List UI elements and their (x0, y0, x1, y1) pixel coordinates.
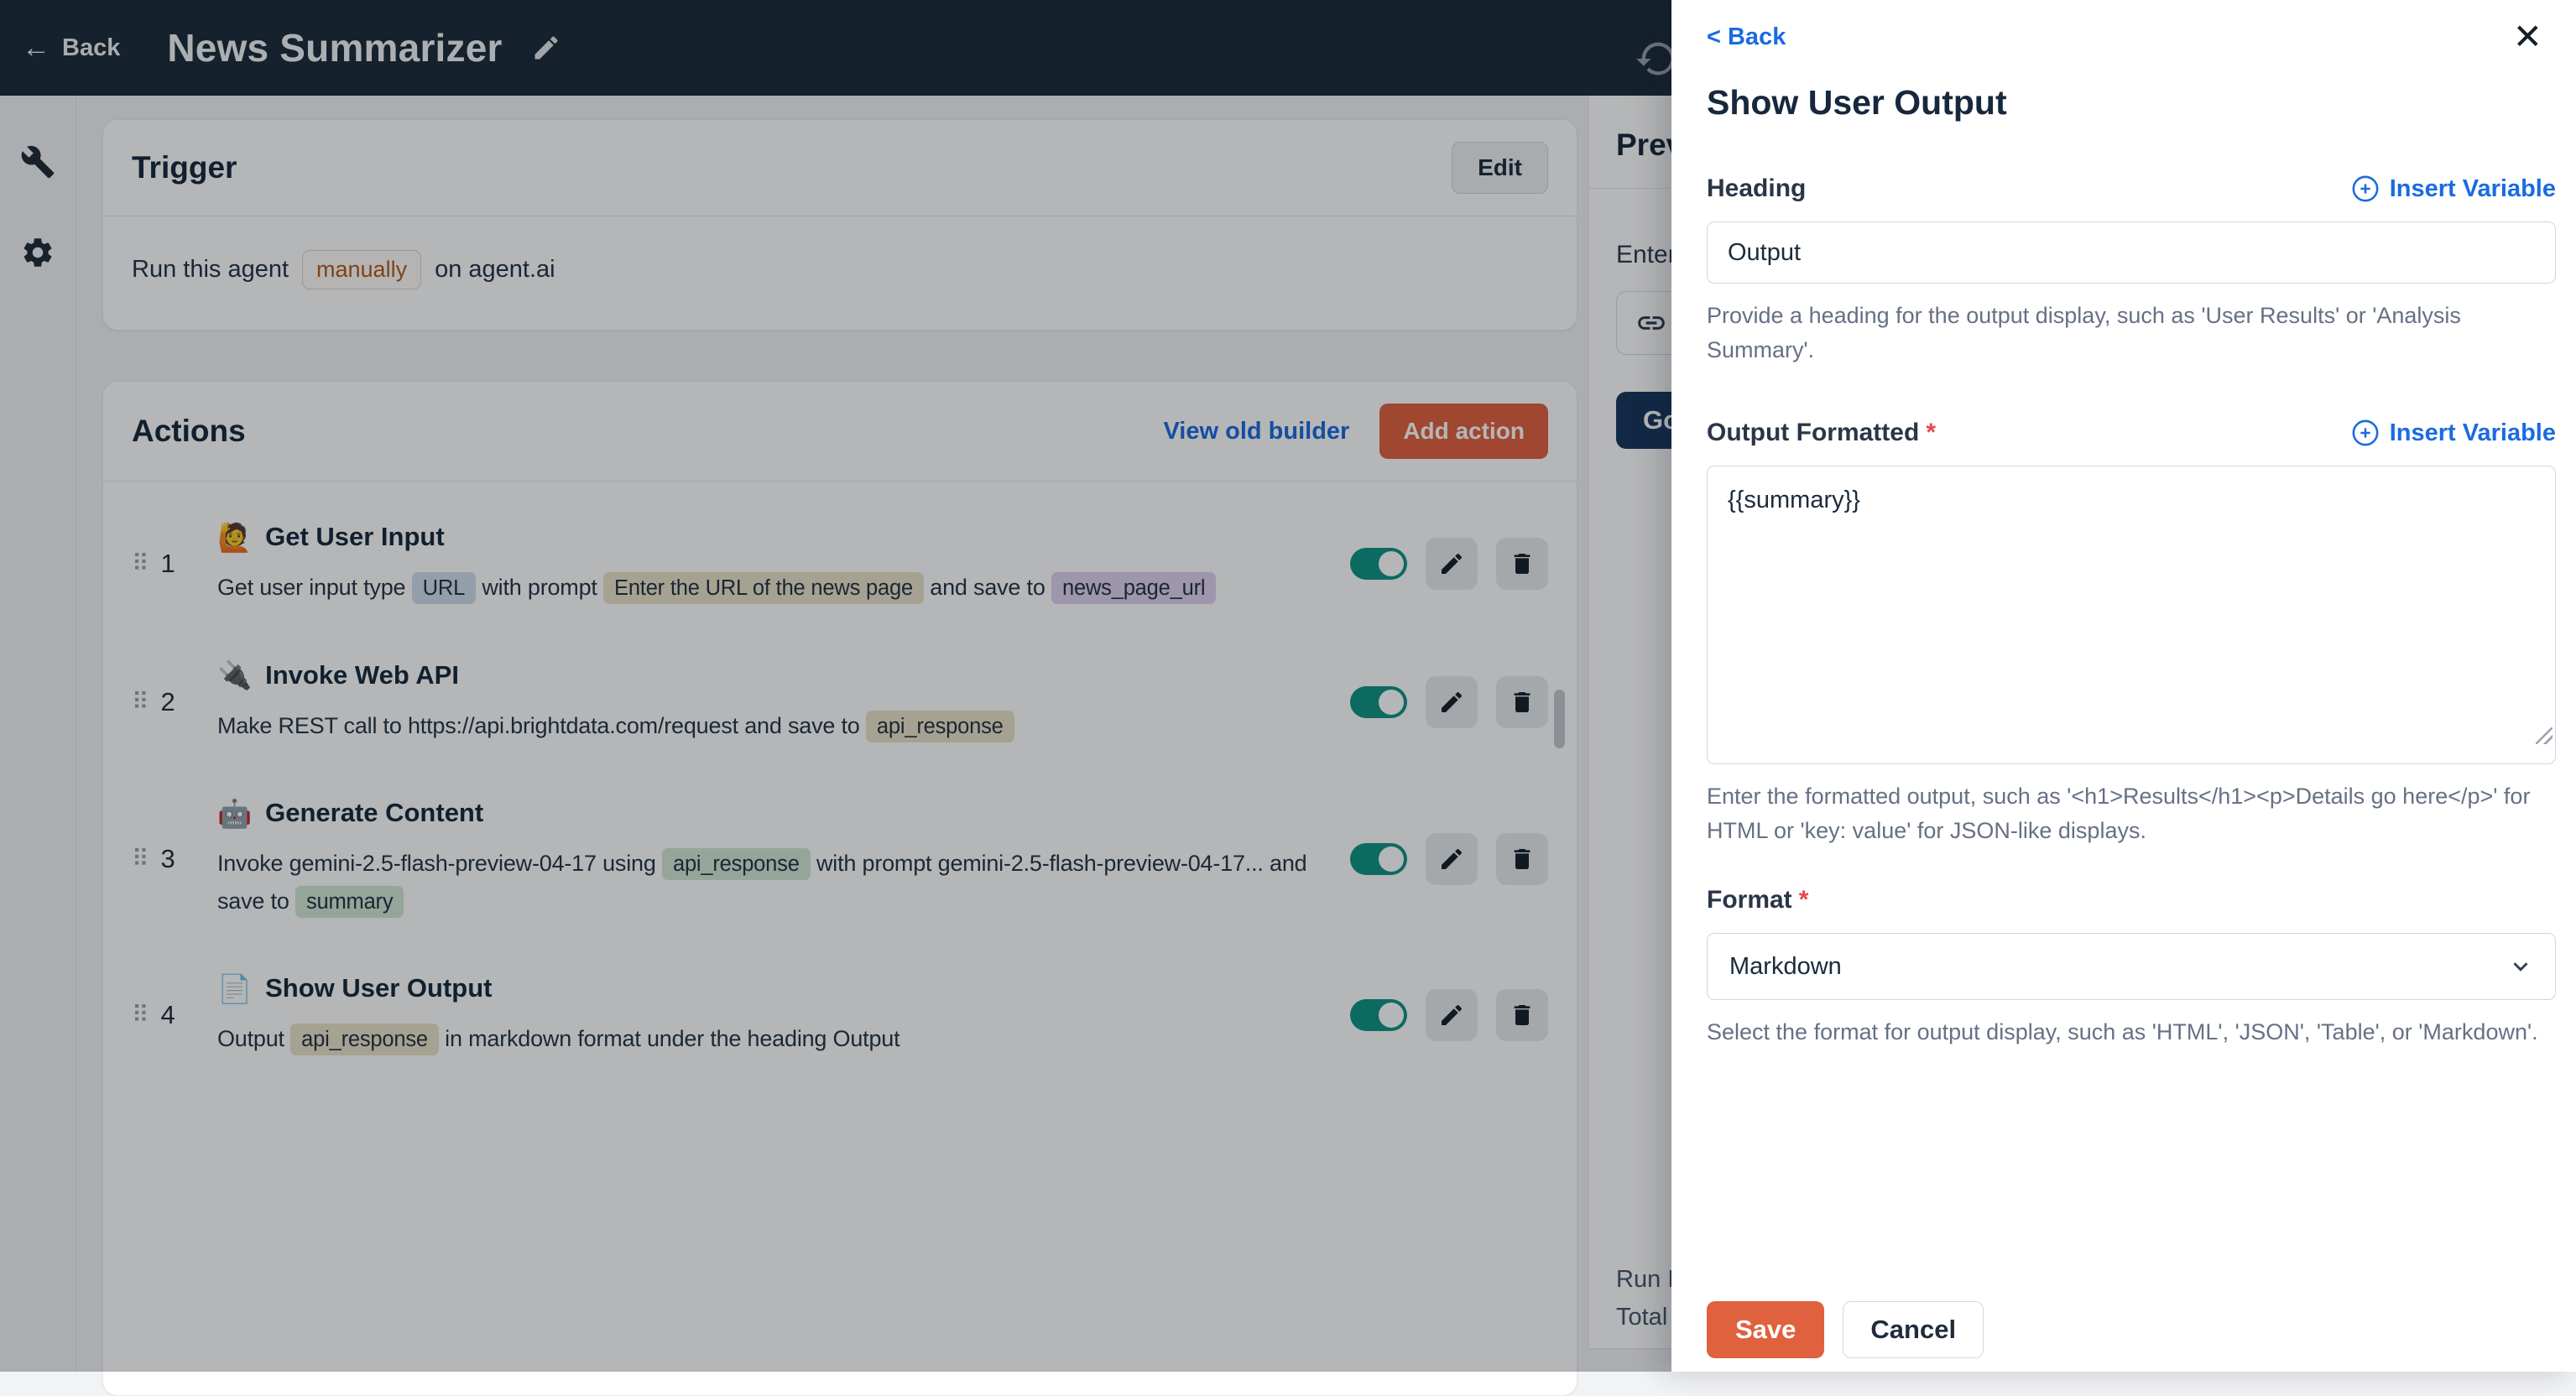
insert-variable-label: Insert Variable (2389, 419, 2556, 446)
output-formatted-textarea[interactable]: {{summary}} (1707, 466, 2556, 764)
required-asterisk: * (1798, 886, 1809, 914)
heading-label: Heading (1707, 174, 1807, 202)
chevron-down-icon (2513, 962, 2528, 971)
heading-input[interactable] (1707, 221, 2556, 284)
insert-variable-button-heading[interactable]: Insert Variable (2351, 174, 2556, 203)
output-formatted-label: Output Formatted (1707, 419, 1920, 446)
save-button[interactable]: Save (1707, 1301, 1825, 1358)
app-window: ← Back News Summarizer Trigger Edit Run (0, 0, 2576, 1396)
action-settings-drawer: < Back ✕ Show User Output Heading Insert… (1671, 0, 2576, 1372)
plus-circle-icon (2352, 175, 2379, 202)
format-select[interactable]: Markdown (1707, 933, 2556, 1000)
insert-variable-button-output[interactable]: Insert Variable (2351, 419, 2556, 447)
drawer-back-link[interactable]: < Back (1707, 23, 1786, 51)
drawer-title: Show User Output (1707, 83, 2007, 122)
insert-variable-label: Insert Variable (2389, 174, 2556, 202)
output-formatted-help-text: Enter the formatted output, such as '<h1… (1707, 784, 2531, 843)
plus-circle-icon (2352, 419, 2379, 446)
format-label: Format (1707, 886, 1792, 914)
required-asterisk: * (1926, 419, 1936, 446)
heading-help-text: Provide a heading for the output display… (1707, 303, 2461, 362)
close-icon[interactable]: ✕ (2508, 18, 2547, 55)
format-selected-value: Markdown (1729, 952, 1842, 980)
cancel-button[interactable]: Cancel (1843, 1301, 1984, 1358)
format-help-text: Select the format for output display, su… (1707, 1019, 2538, 1044)
